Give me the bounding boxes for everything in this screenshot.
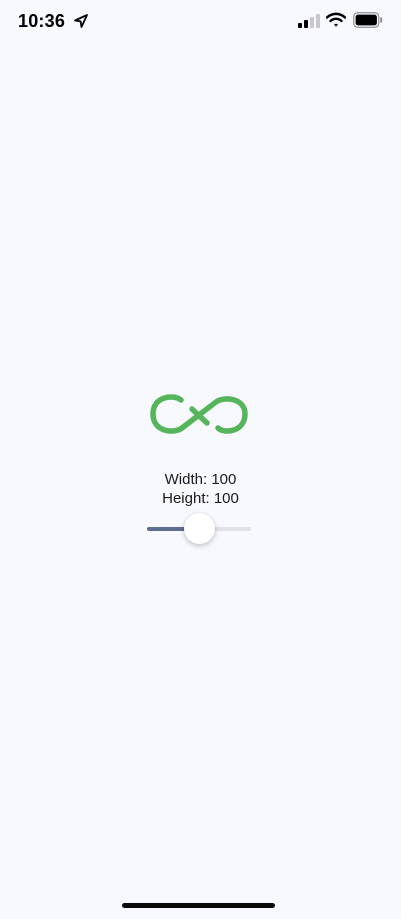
infinity-logo-icon <box>150 394 248 434</box>
status-bar: 10:36 <box>0 0 401 44</box>
home-indicator[interactable] <box>122 903 275 908</box>
battery-icon <box>353 12 383 28</box>
slider-thumb[interactable] <box>184 513 215 544</box>
wifi-icon <box>326 12 346 27</box>
width-label: Width: 100 <box>164 471 237 488</box>
location-arrow-icon <box>74 14 88 28</box>
height-label: Height: 100 <box>162 490 239 507</box>
status-time: 10:36 <box>18 11 66 31</box>
cellular-signal-icon <box>298 14 320 28</box>
size-slider[interactable] <box>147 512 251 546</box>
